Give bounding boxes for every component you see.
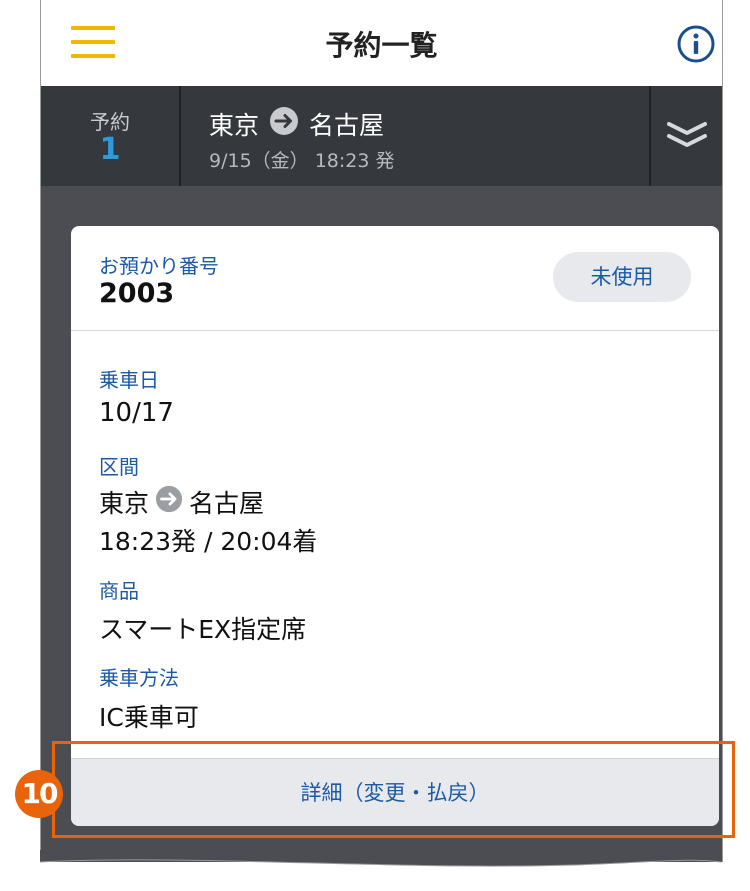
right-arrow-circle-icon bbox=[269, 106, 299, 142]
method-value: IC乗車可 bbox=[99, 703, 199, 732]
reservation-card: お預かり番号 2003 未使用 乗車日 10/17 区間 東京 名古屋 18:2… bbox=[71, 226, 719, 826]
app-header: 予約一覧 bbox=[41, 0, 722, 87]
detail-change-refund-button[interactable]: 詳細（変更・払戻） bbox=[71, 758, 719, 826]
reservation-count: 予約 1 bbox=[41, 86, 181, 186]
route-label: 区間 bbox=[99, 455, 139, 479]
summary-origin: 東京 bbox=[209, 111, 260, 140]
phone-screen: 予約一覧 予約 1 東京 名古屋 9/15（金） 18:23 発 お預かり番号 … bbox=[40, 0, 723, 862]
product-value: スマートEX指定席 bbox=[99, 615, 307, 644]
reservation-summary-bar[interactable]: 予約 1 東京 名古屋 9/15（金） 18:23 発 bbox=[41, 86, 722, 186]
reference-label: お預かり番号 bbox=[99, 254, 219, 278]
route-origin: 東京 bbox=[99, 489, 150, 518]
product-label: 商品 bbox=[99, 579, 139, 603]
reference-number: 2003 bbox=[99, 278, 175, 309]
boarding-date: 10/17 bbox=[99, 398, 174, 428]
card-header: お預かり番号 2003 未使用 bbox=[71, 226, 719, 331]
summary-route: 東京 名古屋 bbox=[209, 106, 384, 142]
double-chevron-down-icon[interactable] bbox=[649, 86, 722, 186]
right-arrow-circle-icon bbox=[155, 485, 183, 519]
info-circle-icon[interactable] bbox=[676, 24, 716, 64]
summary-datetime: 9/15（金） 18:23 発 bbox=[209, 150, 395, 172]
route-value: 東京 名古屋 bbox=[99, 484, 264, 520]
count-value: 1 bbox=[99, 132, 121, 167]
count-label: 予約 bbox=[90, 110, 130, 134]
step-number-badge: 10 bbox=[15, 770, 63, 818]
route-destination: 名古屋 bbox=[189, 489, 265, 518]
method-label: 乗車方法 bbox=[99, 666, 179, 690]
summary-destination: 名古屋 bbox=[309, 111, 385, 140]
torn-edge-decoration bbox=[39, 850, 722, 867]
page-title: 予約一覧 bbox=[325, 29, 438, 62]
status-badge: 未使用 bbox=[553, 252, 691, 302]
route-times: 18:23発 / 20:04着 bbox=[99, 527, 318, 556]
boarding-date-label: 乗車日 bbox=[99, 368, 159, 392]
